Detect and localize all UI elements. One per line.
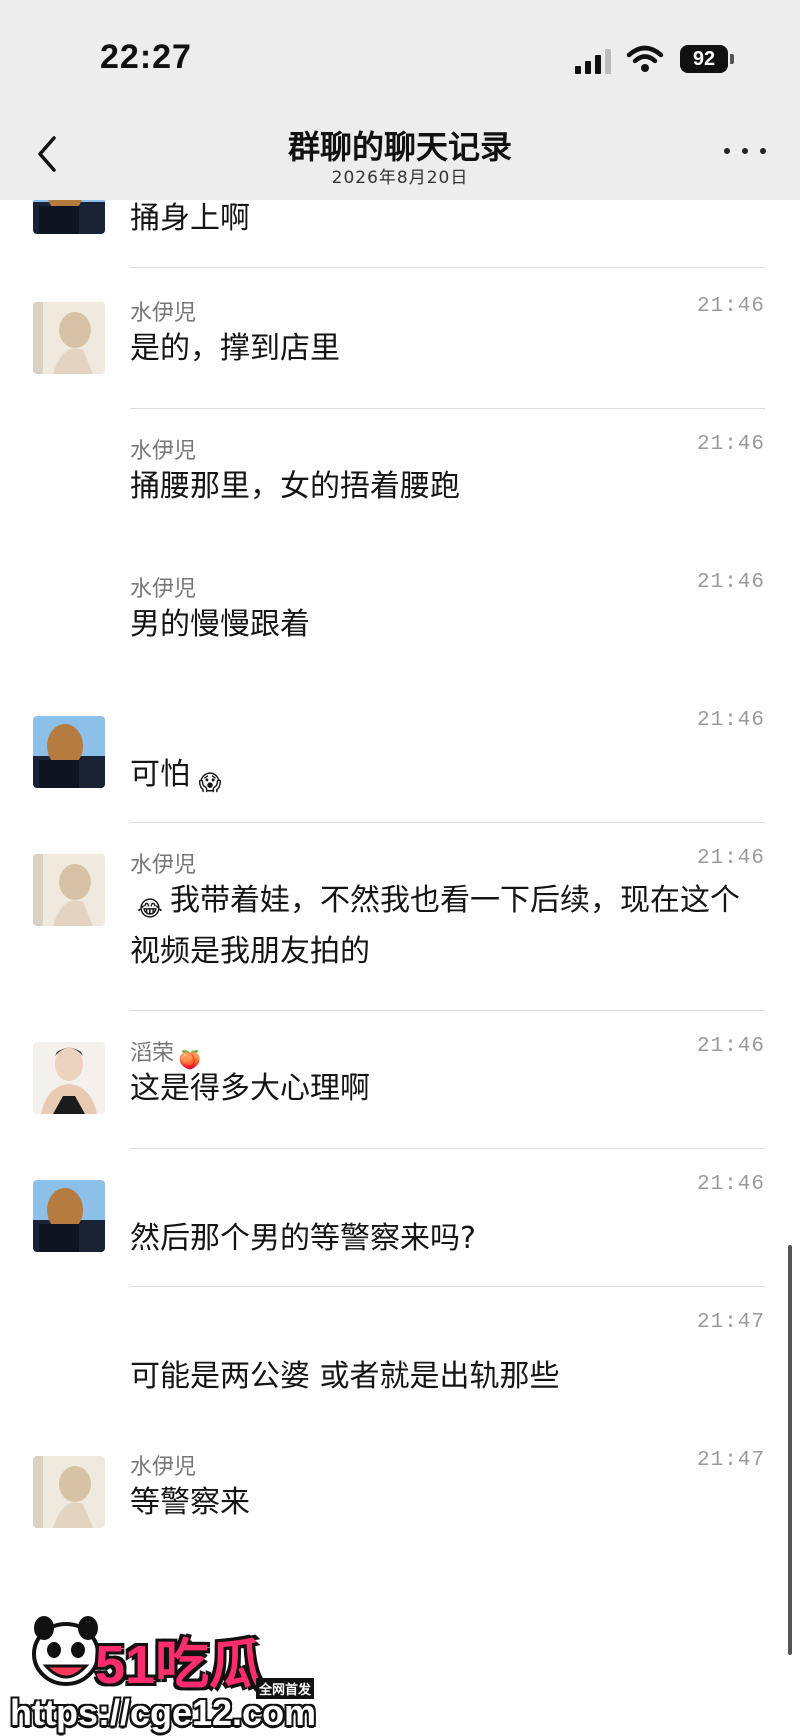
sender-name: 水伊児 [130,1455,197,1480]
avatar [33,200,105,234]
message-text: 😂 我带着娃，不然我也看一下后续，现在这个视频是我朋友拍的 [130,877,760,976]
divider [130,1286,765,1287]
message-text: 捅身上啊 [130,201,250,236]
message-text: 捅腰那里，女的捂着腰跑 [130,469,460,504]
avatar [33,716,105,788]
scrollbar[interactable] [788,1245,792,1655]
divider [130,1148,765,1149]
divider [130,1010,765,1011]
message-text: 这是得多大心理啊 [130,1071,370,1106]
avatar [33,854,105,926]
chat-history[interactable]: 捅身上啊 水伊児 21:46 是的，撑到店里 水伊児 21:46 捅腰那里，女的… [0,200,800,1736]
battery-icon: 92 [680,45,728,73]
page-subtitle-date: 2026年8月20日 [331,168,469,188]
avatar [33,302,105,374]
message-text-content: 我带着娃，不然我也看一下后续，现在这个视频是我朋友拍的 [130,883,740,969]
message-text-content: 可怕 [130,757,190,792]
sender-name: 水伊児 [130,853,197,878]
message-text: 男的慢慢跟着 [130,607,310,642]
message-time: 21:46 [696,847,765,870]
watermark-brand: 51吃瓜 [95,1635,264,1695]
status-time: 22:27 [100,38,192,76]
message-text: 可怕 😱 [130,751,760,802]
scream-emoji-icon: 😱 [198,771,222,796]
message-text: 然后那个男的等警察来吗? [130,1221,476,1256]
message-text: 可能是两公婆 或者就是出轨那些 [130,1359,560,1394]
watermark-url: https://cge12.com [10,1692,317,1733]
laughing-emoji-icon: 😂 [137,897,163,922]
watermark-logo: 51吃瓜 全网首发 https://cge12.com [0,1600,320,1736]
avatar [33,1456,105,1528]
message-time: 21:46 [696,295,765,318]
divider [130,822,765,823]
message-text: 是的，撑到店里 [130,331,340,366]
message-time: 21:47 [696,1311,765,1334]
wifi-icon [626,45,664,72]
message-time: 21:46 [696,433,765,456]
more-dots-icon[interactable] [722,140,772,160]
message-time: 21:46 [696,1173,765,1196]
mascot-icon [32,1616,100,1686]
navigation-header: 22:27 92 群聊的聊天记录 2026年8月20日 [0,0,800,200]
avatar [33,1042,105,1114]
message-time: 21:47 [696,1449,765,1472]
message-time: 21:46 [696,571,765,594]
message-time: 21:46 [696,1035,765,1058]
sender-name: 水伊児 [130,439,197,464]
battery-tip [730,54,734,64]
divider [130,267,765,268]
message-time: 21:46 [696,709,765,732]
signal-icon [575,48,615,74]
sender-name: 水伊児 [130,577,197,602]
avatar [33,1180,105,1252]
sender-name: 水伊児 [130,301,197,326]
divider [130,408,765,409]
message-text: 等警察来 [130,1485,250,1520]
page-title: 群聊的聊天记录 [287,128,512,166]
